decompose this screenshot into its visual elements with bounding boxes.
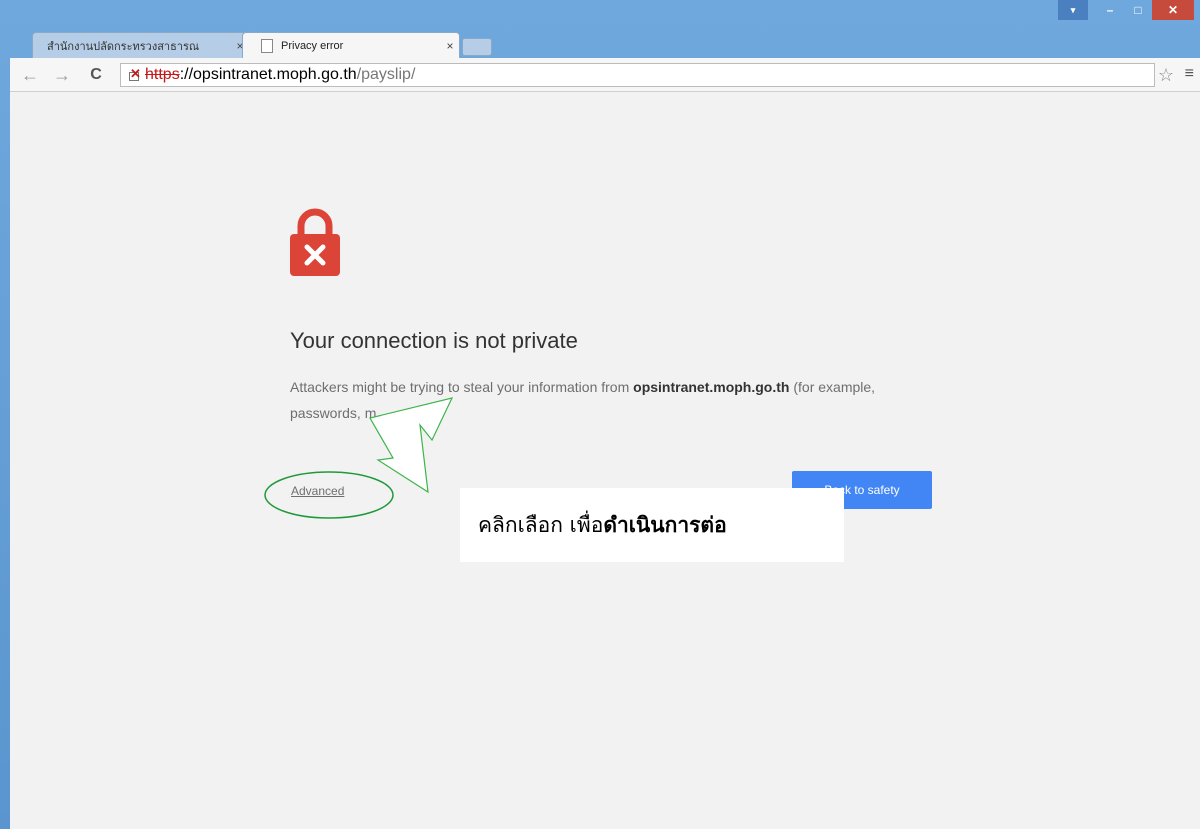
minimize-button[interactable]: – — [1096, 0, 1124, 20]
reload-icon[interactable]: C — [86, 65, 106, 85]
browser-window: ▾ – □ ✕ สำนักงานปลัดกระทรวงสาธารณ × Priv… — [0, 0, 1200, 829]
callout-bold-text: ดำเนินการต่อ — [603, 512, 727, 537]
page-title: Your connection is not private — [290, 328, 578, 353]
forward-arrow-icon[interactable]: → — [52, 65, 72, 85]
bookmark-star-icon[interactable]: ☆ — [1158, 65, 1174, 86]
browser-toolbar: ← → C ✕ https://opsintranet.moph.go.th/p… — [10, 58, 1200, 92]
chrome-menu-icon[interactable]: ≡ — [1185, 65, 1194, 83]
red-padlock-icon — [290, 208, 340, 276]
close-window-button[interactable]: ✕ — [1152, 0, 1194, 20]
url-scheme: https — [145, 66, 180, 83]
tab-close-icon[interactable]: × — [441, 39, 459, 53]
annotation-callout: คลิกเลือก เพื่อ ดำเนินการต่อ — [460, 488, 844, 562]
description-host: opsintranet.moph.go.th — [633, 379, 790, 395]
tab-title: Privacy error — [281, 39, 344, 52]
new-tab-button[interactable] — [462, 38, 492, 56]
window-menu-button[interactable]: ▾ — [1058, 0, 1088, 20]
callout-text: คลิกเลือก เพื่อ — [478, 512, 604, 537]
page-icon — [261, 38, 273, 53]
maximize-button[interactable]: □ — [1124, 0, 1152, 20]
url-path: /payslip/ — [356, 66, 416, 83]
tab-privacy-error[interactable]: Privacy error × — [242, 32, 460, 58]
advanced-link[interactable]: Advanced — [291, 484, 344, 498]
description-text: Attackers might be trying to steal your … — [290, 379, 634, 395]
tab-ministry[interactable]: สำนักงานปลัดกระทรวงสาธารณ × — [32, 32, 250, 58]
broken-lock-icon[interactable]: ✕ — [127, 66, 141, 82]
window-controls: ▾ – □ ✕ — [1058, 0, 1194, 22]
tab-title: สำนักงานปลัดกระทรวงสาธารณ — [47, 40, 200, 53]
warning-description: Attackers might be trying to steal your … — [290, 374, 920, 426]
page-content: Your connection is not private Attackers… — [10, 92, 1200, 829]
url-host: ://opsintranet.moph.go.th — [179, 66, 357, 83]
back-arrow-icon[interactable]: ← — [20, 65, 40, 85]
address-bar[interactable]: ✕ https://opsintranet.moph.go.th/payslip… — [120, 63, 1155, 87]
